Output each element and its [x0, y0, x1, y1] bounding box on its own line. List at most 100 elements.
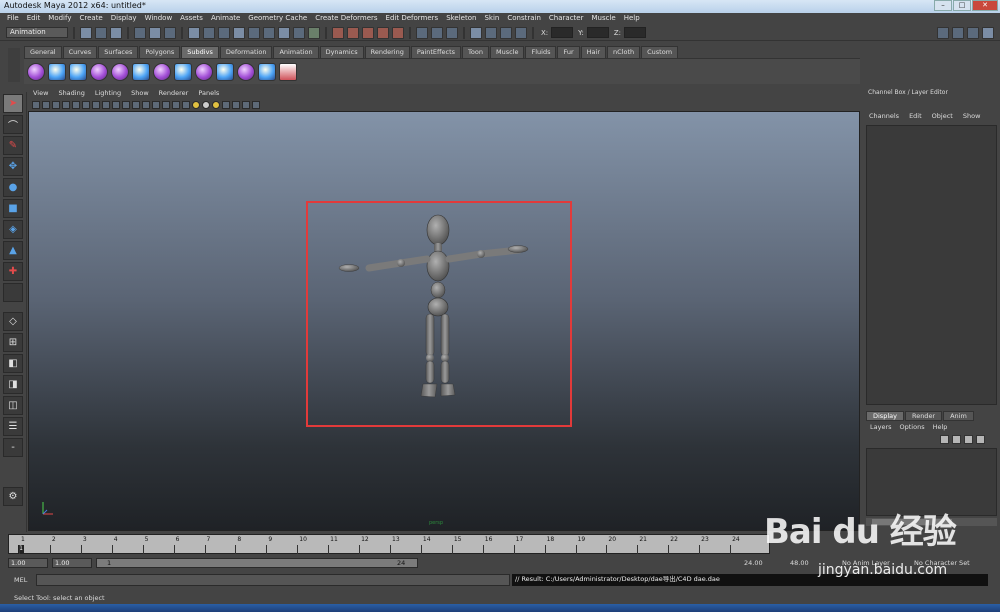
mel-label[interactable]: MEL [14, 576, 27, 584]
film-gate-icon[interactable] [92, 100, 100, 109]
snap-point-icon[interactable] [362, 26, 374, 39]
select-tool-icon[interactable]: ➤ [3, 94, 23, 113]
show-manipulator-icon[interactable]: ✚ [3, 262, 23, 281]
panel-menu-view[interactable]: View [28, 89, 53, 99]
mask-dynamics-icon[interactable] [263, 26, 275, 39]
move-tool-icon[interactable]: ✥ [3, 157, 23, 176]
quick-layout-icon[interactable]: ⚙ [3, 487, 23, 506]
lasso-tool-icon[interactable]: ⌒ [3, 115, 23, 134]
new-layer-icon[interactable] [964, 435, 973, 444]
layer-menu-layers[interactable]: Layers [866, 423, 896, 433]
xray-icon[interactable] [232, 100, 240, 109]
save-scene-icon[interactable] [110, 26, 122, 39]
shelf-tab-curves[interactable]: Curves [62, 46, 98, 58]
menu-set-dropdown[interactable]: Animation [6, 27, 68, 38]
render-view-icon[interactable] [470, 26, 482, 39]
output-ops-icon[interactable] [431, 26, 443, 39]
subdiv-cube-icon[interactable] [48, 62, 66, 81]
collapse-hierarchy-icon[interactable] [237, 62, 255, 81]
four-view-layout-icon[interactable]: ⊞ [3, 333, 23, 352]
outliner-layout-icon[interactable]: ☰ [3, 417, 23, 436]
mask-handles-icon[interactable] [188, 26, 200, 39]
mask-joints-icon[interactable] [203, 26, 215, 39]
menu-character[interactable]: Character [545, 13, 588, 25]
menu-help[interactable]: Help [620, 13, 644, 25]
menu-file[interactable]: File [3, 13, 23, 25]
channel-menu-edit[interactable]: Edit [904, 112, 927, 123]
resolution-gate-icon[interactable] [102, 100, 110, 109]
channel-box-area[interactable] [866, 125, 997, 405]
panel-menu-shading[interactable]: Shading [53, 89, 89, 99]
shelf-tab-polygons[interactable]: Polygons [139, 46, 181, 58]
channel-menu-object[interactable]: Object [927, 112, 958, 123]
shelf-tab-ncloth[interactable]: nCloth [607, 46, 641, 58]
move-layer-up-icon[interactable] [940, 435, 949, 444]
panel-menu-lighting[interactable]: Lighting [90, 89, 126, 99]
shelf-tab-custom[interactable]: Custom [641, 46, 679, 58]
layer-tab-anim[interactable]: Anim [943, 411, 974, 421]
mirror-icon[interactable] [153, 62, 171, 81]
menu-edit-deformers[interactable]: Edit Deformers [382, 13, 443, 25]
polygon-proxy-mode-icon[interactable] [216, 62, 234, 81]
safe-title-icon[interactable] [142, 100, 150, 109]
range-bar[interactable]: 1 24 [96, 558, 418, 568]
ipr-render-icon[interactable] [500, 26, 512, 39]
camera-attributes-icon[interactable] [42, 100, 50, 109]
universal-manipulator-icon[interactable]: ◈ [3, 220, 23, 239]
hypershade-layout-icon[interactable]: ◫ [3, 396, 23, 415]
shelf-tab-deformation[interactable]: Deformation [219, 46, 273, 58]
toggle-sidebar-icon[interactable] [937, 26, 949, 39]
render-settings-icon[interactable] [515, 26, 527, 39]
select-hierarchy-icon[interactable] [134, 26, 146, 39]
subdiv-torus-icon[interactable] [132, 62, 150, 81]
isolate-select-icon[interactable] [222, 100, 230, 109]
wireframe-icon[interactable] [152, 100, 160, 109]
single-perspective-layout-icon[interactable]: ◇ [3, 312, 23, 331]
shelf-tab-fur[interactable]: Fur [557, 46, 580, 58]
perspective-viewport[interactable]: persp [28, 111, 860, 531]
layout-dropdown-icon[interactable]: - [3, 438, 23, 457]
soft-mod-tool-icon[interactable]: ▲ [3, 241, 23, 260]
move-layer-down-icon[interactable] [952, 435, 961, 444]
menu-assets[interactable]: Assets [176, 13, 207, 25]
subdiv-cylinder-icon[interactable] [69, 62, 87, 81]
menu-edit[interactable]: Edit [23, 13, 45, 25]
mask-deformations-icon[interactable] [248, 26, 260, 39]
camera-select-icon[interactable] [32, 100, 40, 109]
attach-icon[interactable] [174, 62, 192, 81]
safe-action-icon[interactable] [132, 100, 140, 109]
shelf-tab-animation[interactable]: Animation [273, 46, 319, 58]
menu-geometry-cache[interactable]: Geometry Cache [244, 13, 311, 25]
subdiv-plane-icon[interactable] [111, 62, 129, 81]
channel-box-toggle-icon[interactable] [982, 26, 994, 39]
mask-surfaces-icon[interactable] [233, 26, 245, 39]
shadows-icon[interactable] [202, 100, 210, 109]
hud-icon[interactable] [252, 100, 260, 109]
layer-tab-render[interactable]: Render [904, 411, 943, 421]
shelf-tab-surfaces[interactable]: Surfaces [98, 46, 139, 58]
channel-menu-channels[interactable]: Channels [864, 112, 904, 123]
shelf-tab-toon[interactable]: Toon [462, 46, 489, 58]
subdiv-sphere-icon[interactable] [27, 62, 45, 81]
persp-outliner-layout-icon[interactable]: ◧ [3, 354, 23, 373]
panel-menu-panels[interactable]: Panels [193, 89, 224, 99]
panel-menu-renderer[interactable]: Renderer [154, 89, 194, 99]
tool-settings-icon[interactable] [967, 26, 979, 39]
playback-start-field[interactable]: 1.00 [52, 558, 92, 568]
select-coarser-icon[interactable] [279, 62, 297, 81]
shelf-tab-rendering[interactable]: Rendering [364, 46, 410, 58]
z-input[interactable] [624, 27, 647, 38]
select-component-icon[interactable] [164, 26, 176, 39]
menu-create[interactable]: Create [75, 13, 106, 25]
standard-mode-icon[interactable] [195, 62, 213, 81]
use-all-lights-icon[interactable] [192, 100, 200, 109]
scale-tool-icon[interactable]: ■ [3, 199, 23, 218]
field-chart-icon[interactable] [122, 100, 130, 109]
close-button[interactable]: ✕ [972, 0, 998, 11]
playback-end-field[interactable]: 24.00 [744, 559, 763, 567]
time-slider-track[interactable]: 1 1 2 3 4 5 6 7 8 9 10 11 12 13 14 15 16 17 18 19 20 21 22 23 2… [8, 534, 770, 554]
snap-view-plane-icon[interactable] [377, 26, 389, 39]
snap-grid-icon[interactable] [332, 26, 344, 39]
xray-joints-icon[interactable] [242, 100, 250, 109]
animation-start-field[interactable]: 1.00 [8, 558, 48, 568]
